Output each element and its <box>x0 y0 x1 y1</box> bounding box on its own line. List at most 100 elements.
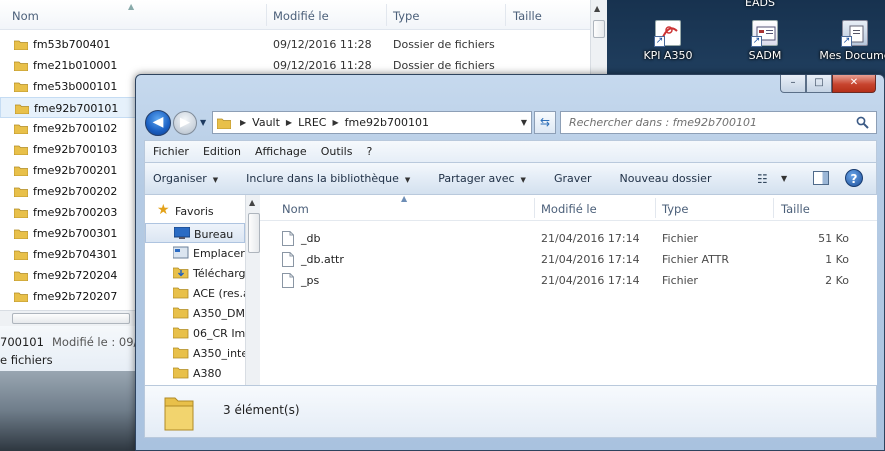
list-item[interactable]: fme21b010001 09/12/2016 11:28 Dossier de… <box>0 55 590 76</box>
folder-icon <box>173 347 189 359</box>
breadcrumb-chevron-icon[interactable]: ▶ <box>240 118 246 127</box>
menu-bar: Fichier Edition Affichage Outils ? <box>144 140 877 162</box>
nav-item-ace[interactable]: ACE (res.a <box>145 283 250 303</box>
search-icon[interactable] <box>856 116 869 129</box>
menu-outils[interactable]: Outils <box>321 145 353 158</box>
menu-fichier[interactable]: Fichier <box>153 145 189 158</box>
breadcrumb-lrec[interactable]: LREC <box>298 116 326 129</box>
nav-pane-scrollbar[interactable]: ▲ <box>245 195 260 385</box>
table-row[interactable]: _ps 21/04/2016 17:14 Fichier 2 Ko <box>260 270 877 291</box>
bg-col-modified[interactable]: Modifié le <box>273 9 329 23</box>
bg-status-type: e fichiers <box>0 353 53 367</box>
col-size[interactable]: Taille <box>781 202 810 216</box>
nav-item-label: A350_inte <box>193 347 249 360</box>
chevron-down-icon: ▼ <box>404 176 411 184</box>
column-separator[interactable] <box>386 4 387 26</box>
row-name: fme92b700301 <box>33 227 118 240</box>
col-modified[interactable]: Modifié le <box>541 202 597 216</box>
back-button[interactable]: ◀ <box>145 110 171 136</box>
menu-edition[interactable]: Edition <box>203 145 241 158</box>
folder-icon <box>14 61 28 71</box>
explorer-window[interactable]: – □ ✕ ◀ ▶ ▼ ▶ Vault ▶ LREC ▶ fme92b70010… <box>135 74 885 451</box>
table-row[interactable]: _db.attr 21/04/2016 17:14 Fichier ATTR 1… <box>260 249 877 270</box>
row-name: fme92b700101 <box>34 102 119 115</box>
menu-affichage[interactable]: Affichage <box>255 145 307 158</box>
file-name: _db <box>301 232 321 245</box>
row-name: fme92b720204 <box>33 269 118 282</box>
breadcrumb-vault[interactable]: Vault <box>252 116 280 129</box>
include-library-button[interactable]: Inclure dans la bibliothèque ▼ <box>246 172 410 185</box>
maximize-button[interactable]: □ <box>806 75 832 93</box>
desktop-shortcut-documents[interactable]: ↗ Mes Docume <box>815 20 885 62</box>
view-options-icon[interactable]: ☷ <box>757 172 768 186</box>
column-separator[interactable] <box>655 198 656 218</box>
search-box[interactable] <box>560 111 877 134</box>
bg-col-size[interactable]: Taille <box>513 9 542 23</box>
breadcrumb-chevron-icon[interactable]: ▶ <box>332 118 338 127</box>
navigation-pane: ★ Favoris Bureau Emplacer Télécharg ACE … <box>144 195 260 385</box>
column-separator[interactable] <box>505 4 506 26</box>
desktop-icon <box>174 227 190 239</box>
breadcrumb-chevron-icon[interactable]: ▶ <box>286 118 292 127</box>
bg-column-header: ▲ Nom Modifié le Type Taille <box>0 0 590 30</box>
nav-item-a350-inte[interactable]: A350_inte <box>145 343 249 363</box>
folder-icon <box>173 287 189 299</box>
star-icon: ★ <box>157 202 170 218</box>
column-separator[interactable] <box>534 198 535 218</box>
nav-item-favorites[interactable]: ★ Favoris <box>145 201 245 221</box>
close-button[interactable]: ✕ <box>832 75 876 93</box>
nav-item-a380[interactable]: A380 <box>145 363 245 383</box>
new-folder-button[interactable]: Nouveau dossier <box>620 172 712 185</box>
table-row[interactable]: _db 21/04/2016 17:14 Fichier 51 Ko <box>260 228 877 249</box>
scroll-thumb[interactable] <box>12 313 130 324</box>
nav-item-label: A380 <box>193 367 222 380</box>
preview-pane-icon[interactable] <box>813 171 829 185</box>
breadcrumb-current[interactable]: fme92b700101 <box>345 116 429 129</box>
share-with-label: Partager avec <box>438 172 515 185</box>
row-name: fme92b700103 <box>33 143 118 156</box>
column-separator[interactable] <box>773 198 774 218</box>
burn-button[interactable]: Graver <box>554 172 592 185</box>
menu-help[interactable]: ? <box>366 145 372 158</box>
file-date: 21/04/2016 17:14 <box>541 253 640 266</box>
col-type[interactable]: Type <box>662 202 688 216</box>
help-icon[interactable]: ? <box>845 169 863 187</box>
refresh-button[interactable]: ⇆ <box>534 111 556 134</box>
folder-icon <box>173 307 189 319</box>
forward-button[interactable]: ▶ <box>173 111 197 135</box>
row-name: fme92b700102 <box>33 122 118 135</box>
nav-item-bureau[interactable]: Bureau <box>145 223 245 243</box>
nav-item-a350-dm[interactable]: A350_DM <box>145 303 245 323</box>
col-name[interactable]: Nom <box>282 202 309 216</box>
sort-arrow-icon: ▲ <box>401 194 408 203</box>
bg-status-name: 700101 <box>0 335 44 349</box>
folder-icon <box>14 124 28 134</box>
recent-pages-chevron-icon[interactable]: ▼ <box>200 118 206 127</box>
nav-item-emplacements[interactable]: Emplacer <box>145 243 245 263</box>
scroll-thumb[interactable] <box>248 213 260 253</box>
search-input[interactable] <box>569 112 849 132</box>
bg-col-name[interactable]: Nom <box>12 9 39 23</box>
desktop-shortcut-sadm[interactable]: ↗ SADM <box>725 20 805 62</box>
file-type: Fichier ATTR <box>662 253 730 266</box>
download-folder-icon <box>173 267 189 279</box>
bg-col-type[interactable]: Type <box>393 9 419 23</box>
file-size: 51 Ko <box>818 232 849 245</box>
address-bar[interactable]: ▶ Vault ▶ LREC ▶ fme92b700101 ▼ <box>212 111 532 134</box>
file-icon <box>282 252 294 267</box>
scroll-up-icon[interactable]: ▲ <box>594 4 600 13</box>
list-item[interactable]: fm53b700401 09/12/2016 11:28 Dossier de … <box>0 34 590 55</box>
address-dropdown-icon[interactable]: ▼ <box>521 118 527 127</box>
nav-item-telechargements[interactable]: Télécharg <box>145 263 246 283</box>
scroll-up-icon[interactable]: ▲ <box>249 198 255 207</box>
nav-item-06-cr[interactable]: 06_CR Im <box>145 323 245 343</box>
organize-button[interactable]: Organiser ▼ <box>153 172 218 185</box>
scroll-thumb[interactable] <box>593 20 605 38</box>
share-with-button[interactable]: Partager avec ▼ <box>438 172 526 185</box>
nav-item-label: A350_DM <box>193 307 245 320</box>
desktop-shortcut-kpi[interactable]: ↗ KPI A350 <box>628 20 708 62</box>
row-type: Dossier de fichiers <box>393 59 495 72</box>
minimize-button[interactable]: – <box>780 75 806 93</box>
column-separator[interactable] <box>266 4 267 26</box>
chevron-down-icon[interactable]: ▼ <box>781 174 787 183</box>
